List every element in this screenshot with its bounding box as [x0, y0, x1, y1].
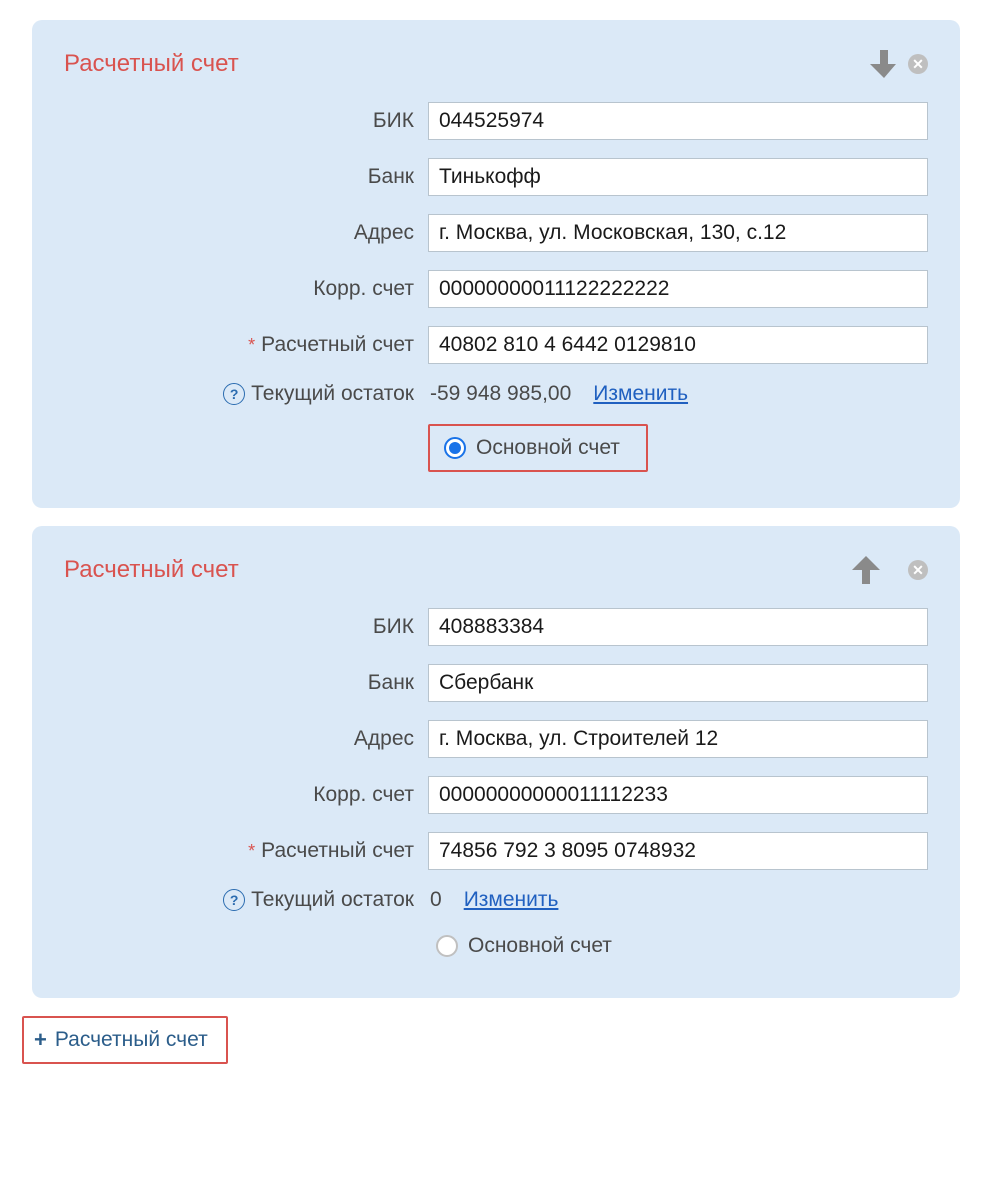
- label-balance-text: Текущий остаток: [251, 888, 414, 912]
- input-corr[interactable]: [428, 776, 928, 814]
- label-bik: БИК: [64, 615, 414, 639]
- label-bik: БИК: [64, 109, 414, 133]
- input-corr[interactable]: [428, 270, 928, 308]
- main-account-label: Основной счет: [476, 436, 620, 460]
- main-account-radio[interactable]: Основной счет: [436, 432, 628, 464]
- main-account-row: Основной счет: [428, 930, 928, 962]
- field-bank: Банк: [64, 664, 928, 702]
- plus-icon: +: [34, 1029, 47, 1051]
- card-title: Расчетный счет: [64, 556, 852, 584]
- required-marker: *: [248, 335, 255, 356]
- main-account-radio[interactable]: Основной счет: [428, 930, 620, 962]
- field-corr: Корр. счет: [64, 270, 928, 308]
- field-corr: Корр. счет: [64, 776, 928, 814]
- card-title: Расчетный счет: [64, 50, 870, 78]
- add-account-label: Расчетный счет: [55, 1028, 208, 1052]
- input-account[interactable]: [428, 326, 928, 364]
- input-account[interactable]: [428, 832, 928, 870]
- card-header: Расчетный счет ✕: [64, 48, 928, 80]
- input-bank[interactable]: [428, 664, 928, 702]
- label-corr: Корр. счет: [64, 277, 414, 301]
- label-account: * Расчетный счет: [64, 333, 414, 357]
- close-icon[interactable]: ✕: [908, 54, 928, 74]
- label-balance: ? Текущий остаток: [64, 382, 414, 406]
- field-balance: ? Текущий остаток 0 Изменить: [64, 888, 928, 912]
- label-bank: Банк: [64, 671, 414, 695]
- add-account-button[interactable]: + Расчетный счет: [22, 1016, 228, 1064]
- field-address: Адрес: [64, 214, 928, 252]
- main-account-label: Основной счет: [468, 934, 612, 958]
- main-account-row: Основной счет: [428, 424, 928, 472]
- add-account-row: + Расчетный счет: [22, 1016, 982, 1064]
- label-bank: Банк: [64, 165, 414, 189]
- balance-value: 0: [430, 888, 442, 912]
- label-account-text: Расчетный счет: [261, 333, 414, 357]
- arrow-up-icon[interactable]: [852, 554, 880, 586]
- radio-icon: [444, 437, 466, 459]
- card-actions: ✕: [870, 48, 928, 80]
- radio-icon: [436, 935, 458, 957]
- label-corr: Корр. счет: [64, 783, 414, 807]
- card-actions: ✕: [852, 554, 928, 586]
- input-bank[interactable]: [428, 158, 928, 196]
- field-account: * Расчетный счет: [64, 326, 928, 364]
- change-link[interactable]: Изменить: [464, 888, 559, 912]
- account-card: Расчетный счет ✕ БИК Банк Адрес Корр. сч…: [32, 20, 960, 508]
- input-address[interactable]: [428, 214, 928, 252]
- balance-value-wrap: -59 948 985,00 Изменить: [428, 382, 688, 406]
- field-bik: БИК: [64, 102, 928, 140]
- card-header: Расчетный счет ✕: [64, 554, 928, 586]
- label-address: Адрес: [64, 221, 414, 245]
- field-balance: ? Текущий остаток -59 948 985,00 Изменит…: [64, 382, 928, 406]
- account-card: Расчетный счет ✕ БИК Банк Адрес Корр. сч…: [32, 526, 960, 998]
- balance-value-wrap: 0 Изменить: [428, 888, 558, 912]
- input-bik[interactable]: [428, 608, 928, 646]
- input-bik[interactable]: [428, 102, 928, 140]
- field-bank: Банк: [64, 158, 928, 196]
- label-address: Адрес: [64, 727, 414, 751]
- help-icon[interactable]: ?: [223, 889, 245, 911]
- arrow-down-icon[interactable]: [870, 48, 898, 80]
- highlight-main-account: Основной счет: [428, 424, 648, 472]
- field-account: * Расчетный счет: [64, 832, 928, 870]
- balance-value: -59 948 985,00: [430, 382, 571, 406]
- close-icon[interactable]: ✕: [908, 560, 928, 580]
- label-account: * Расчетный счет: [64, 839, 414, 863]
- change-link[interactable]: Изменить: [593, 382, 688, 406]
- required-marker: *: [248, 841, 255, 862]
- label-balance: ? Текущий остаток: [64, 888, 414, 912]
- help-icon[interactable]: ?: [223, 383, 245, 405]
- input-address[interactable]: [428, 720, 928, 758]
- label-account-text: Расчетный счет: [261, 839, 414, 863]
- label-balance-text: Текущий остаток: [251, 382, 414, 406]
- field-bik: БИК: [64, 608, 928, 646]
- field-address: Адрес: [64, 720, 928, 758]
